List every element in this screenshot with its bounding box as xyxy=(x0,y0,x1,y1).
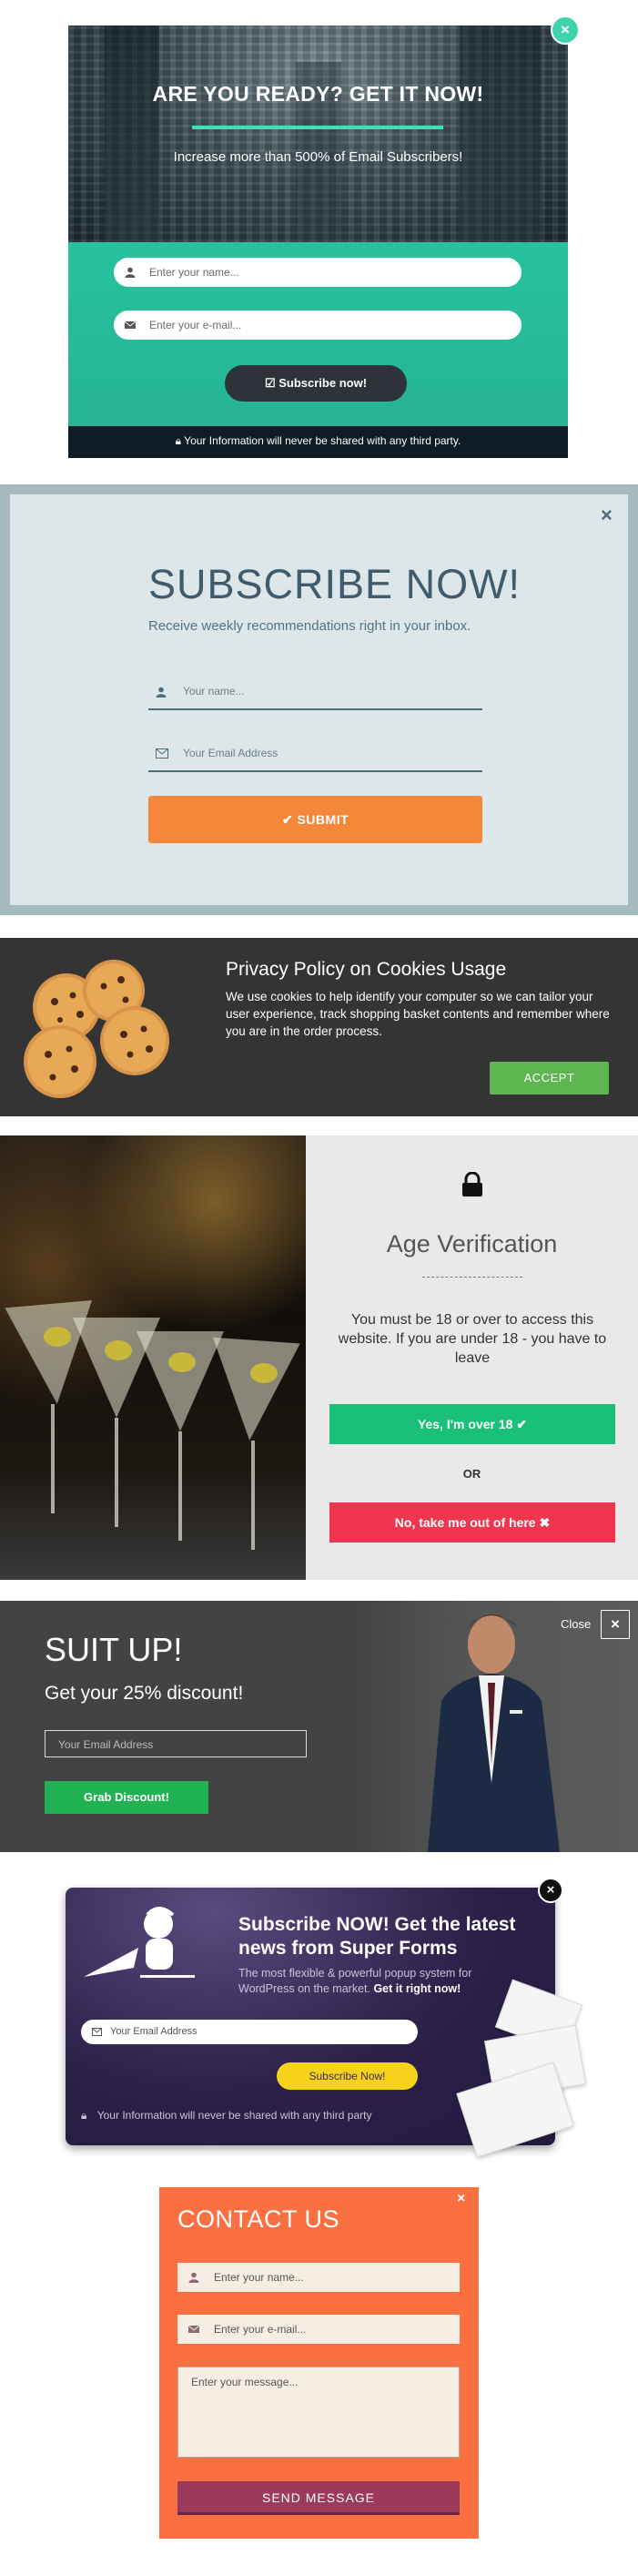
submit-button[interactable]: ✔ SUBMIT xyxy=(148,796,482,843)
email-placeholder: Enter your e-mail... xyxy=(214,2323,307,2336)
title-underline xyxy=(192,126,443,129)
leave-button-label: No, take me out of here xyxy=(394,1515,536,1530)
name-placeholder: Enter your name... xyxy=(214,2271,304,2284)
check-icon: ✔ xyxy=(516,1417,528,1431)
divider xyxy=(422,1277,522,1278)
checkbox-icon: ☑ xyxy=(264,376,276,390)
name-placeholder: Enter your name... xyxy=(149,266,239,279)
send-message-button[interactable]: SEND MESSAGE xyxy=(177,2481,460,2515)
ready-popup: ARE YOU READY? GET IT NOW! Increase more… xyxy=(68,25,568,458)
name-input[interactable]: Your name... xyxy=(148,674,482,710)
subtitle-bold: Get it right now! xyxy=(373,1982,461,1995)
name-placeholder: Your name... xyxy=(183,685,245,697)
name-input[interactable]: Enter your name... xyxy=(177,2263,460,2292)
man-figure xyxy=(428,1614,560,1852)
age-title: Age Verification xyxy=(386,1230,558,1257)
cookie-text: We use cookies to help identify your com… xyxy=(226,990,610,1038)
lock-icon xyxy=(462,1172,482,1196)
name-input[interactable]: Enter your name... xyxy=(114,258,522,287)
close-icon[interactable]: × xyxy=(551,15,580,45)
or-label: OR xyxy=(462,1467,481,1481)
close-icon[interactable]: × xyxy=(538,1878,563,1903)
user-icon xyxy=(156,687,167,697)
email-placeholder: Enter your e-mail... xyxy=(149,319,242,331)
close-icon[interactable]: × xyxy=(601,1610,630,1639)
email-input[interactable]: Your Email Address xyxy=(148,736,482,772)
over-18-button-label: Yes, I'm over 18 xyxy=(417,1417,513,1431)
subscribe-card: × SUBSCRIBE NOW! Receive weekly recommen… xyxy=(10,494,628,905)
popup-title: SUBSCRIBE NOW! xyxy=(148,561,522,607)
lock-icon: 🔒︎ xyxy=(175,434,182,447)
man-in-suit-image xyxy=(355,1601,638,1852)
envelope-icon xyxy=(188,2325,199,2333)
close-label[interactable]: Close xyxy=(561,1617,591,1631)
email-input[interactable]: Your Email Address xyxy=(45,1730,307,1757)
email-placeholder: Your Email Address xyxy=(110,2026,197,2037)
grab-discount-button[interactable]: Grab Discount! xyxy=(45,1781,208,1814)
popup-subtitle: Increase more than 500% of Email Subscri… xyxy=(173,149,463,165)
close-icon[interactable]: × xyxy=(601,504,613,527)
suit-up-popup: SUIT UP! Get your 25% discount! Your Ema… xyxy=(0,1601,638,1852)
cookie-title: Privacy Policy on Cookies Usage xyxy=(226,959,507,980)
form-title: CONTACT US xyxy=(177,2205,340,2233)
subscribe-button[interactable]: ☑ Subscribe now! xyxy=(225,365,407,402)
privacy-note: 🔒︎ Your Information will never be shared… xyxy=(81,2109,371,2123)
envelope-icon xyxy=(125,321,136,329)
popup-title: Subscribe NOW! Get the latest news from … xyxy=(238,1914,516,1959)
close-icon[interactable]: × xyxy=(457,2191,465,2207)
leave-button[interactable]: No, take me out of here ✖ xyxy=(329,1502,615,1543)
lock-icon: 🔒︎ xyxy=(81,2109,87,2122)
superhero-icon xyxy=(84,1907,195,1978)
privacy-note: 🔒︎ Your Information will never be shared… xyxy=(68,434,568,448)
close-icon: ✖ xyxy=(539,1515,551,1530)
popup-subtitle: The most flexible & powerful popup syste… xyxy=(238,1966,511,1997)
accept-button[interactable]: ACCEPT xyxy=(490,1062,609,1095)
privacy-note-text: Your Information will never be shared wi… xyxy=(96,2109,372,2122)
contact-form: CONTACT US × Enter your name... Enter yo… xyxy=(159,2187,479,2539)
submit-button-label: SUBMIT xyxy=(297,812,349,827)
popup-subtitle: Receive weekly recommendations right in … xyxy=(148,618,471,634)
user-icon xyxy=(125,267,136,278)
check-icon: ✔ xyxy=(281,812,294,827)
email-input[interactable]: Your Email Address xyxy=(81,2020,418,2044)
over-18-button[interactable]: Yes, I'm over 18 ✔ xyxy=(329,1404,615,1444)
envelope-icon xyxy=(156,748,168,759)
popup-subtitle: Get your 25% discount! xyxy=(45,1683,244,1704)
email-placeholder: Your Email Address xyxy=(183,747,278,759)
email-input[interactable]: Enter your e-mail... xyxy=(177,2315,460,2344)
privacy-note-text: Your Information will never be shared wi… xyxy=(184,434,461,447)
message-textarea[interactable]: Enter your message... xyxy=(177,2367,460,2458)
cookies-icon xyxy=(24,960,169,1098)
envelope-icon xyxy=(92,2028,102,2036)
subscribe-button[interactable]: Subscribe Now! xyxy=(277,2062,418,2090)
cookie-notice: Privacy Policy on Cookies Usage We use c… xyxy=(0,938,638,1116)
email-input[interactable]: Enter your e-mail... xyxy=(114,311,522,340)
cocktail-glasses-image xyxy=(0,1135,306,1580)
popup-title: SUIT UP! xyxy=(45,1631,183,1668)
age-verification-popup: Age Verification You must be 18 or over … xyxy=(0,1135,638,1580)
popup-title: ARE YOU READY? GET IT NOW! xyxy=(152,82,484,106)
subscribe-button-label: Subscribe now! xyxy=(278,376,368,390)
age-text: You must be 18 or over to access this we… xyxy=(338,1312,607,1366)
subscribe-popup: × SUBSCRIBE NOW! Receive weekly recommen… xyxy=(0,484,638,915)
user-icon xyxy=(188,2272,199,2283)
